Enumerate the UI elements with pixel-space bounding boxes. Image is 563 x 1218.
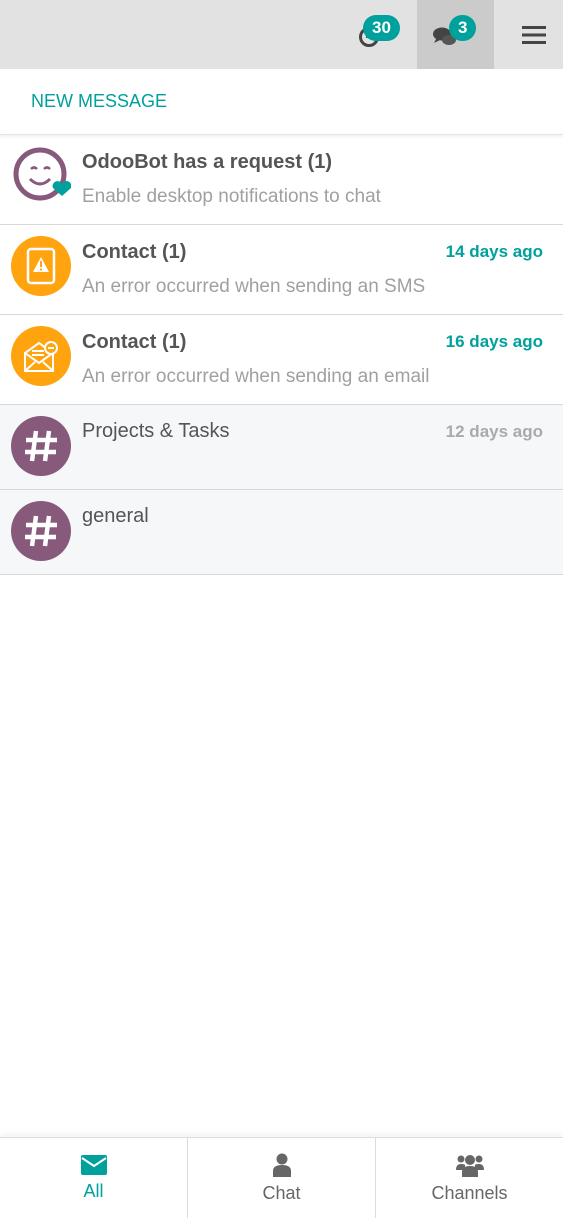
smiley-icon bbox=[13, 147, 71, 201]
thread-email-failure[interactable]: Contact (1) 16 days ago An error occurre… bbox=[0, 315, 563, 405]
thread-title: general bbox=[82, 505, 149, 527]
envelope-icon bbox=[80, 1154, 107, 1175]
envelope-error-icon bbox=[24, 341, 58, 372]
tab-label: Chat bbox=[262, 1182, 301, 1203]
hash-icon bbox=[25, 515, 57, 547]
new-message-button[interactable]: NEW MESSAGE bbox=[0, 69, 563, 135]
activity-button[interactable]: 30 bbox=[330, 0, 416, 69]
activity-count-badge: 30 bbox=[363, 15, 400, 41]
odoobot-avatar bbox=[11, 146, 71, 206]
hamburger-icon bbox=[521, 25, 546, 44]
thread-title: OdooBot has a request (1) bbox=[82, 151, 333, 173]
menu-button[interactable] bbox=[504, 0, 563, 69]
messages-count-badge: 3 bbox=[449, 15, 477, 41]
messaging-button[interactable]: 3 bbox=[417, 0, 494, 69]
users-icon bbox=[455, 1154, 484, 1177]
sms-failure-avatar bbox=[11, 236, 71, 296]
thread-preview: An error occurred when sending an SMS bbox=[82, 276, 426, 297]
user-icon bbox=[272, 1153, 291, 1177]
thread-channel-projects[interactable]: Projects & Tasks 12 days ago bbox=[0, 405, 563, 490]
tab-label: All bbox=[83, 1180, 104, 1201]
thread-title: Contact (1) bbox=[82, 331, 187, 353]
hash-icon bbox=[25, 430, 57, 462]
thread-sms-failure[interactable]: Contact (1) 14 days ago An error occurre… bbox=[0, 225, 563, 315]
tab-all[interactable]: All bbox=[0, 1138, 187, 1218]
thread-channel-general[interactable]: general bbox=[0, 490, 563, 575]
thread-preview: An error occurred when sending an email bbox=[82, 366, 430, 387]
thread-title: Projects & Tasks bbox=[82, 420, 230, 442]
email-failure-avatar bbox=[11, 326, 71, 386]
tab-channels[interactable]: Channels bbox=[375, 1138, 563, 1218]
thread-title: Contact (1) bbox=[82, 241, 187, 263]
tab-label: Channels bbox=[431, 1182, 508, 1203]
thread-date: 14 days ago bbox=[445, 242, 543, 261]
thread-odoobot[interactable]: OdooBot has a request (1) Enable desktop… bbox=[0, 135, 563, 225]
top-bar: 30 3 bbox=[0, 0, 563, 69]
channel-avatar bbox=[11, 501, 71, 561]
bottom-tabs: All Chat Channels bbox=[0, 1137, 563, 1218]
new-message-label: NEW MESSAGE bbox=[31, 91, 168, 111]
thread-preview: Enable desktop notifications to chat bbox=[82, 186, 381, 207]
thread-date: 16 days ago bbox=[445, 332, 543, 351]
thread-date: 12 days ago bbox=[445, 422, 543, 441]
tab-chat[interactable]: Chat bbox=[187, 1138, 375, 1218]
phone-warning-icon bbox=[26, 247, 56, 285]
channel-avatar bbox=[11, 416, 71, 476]
